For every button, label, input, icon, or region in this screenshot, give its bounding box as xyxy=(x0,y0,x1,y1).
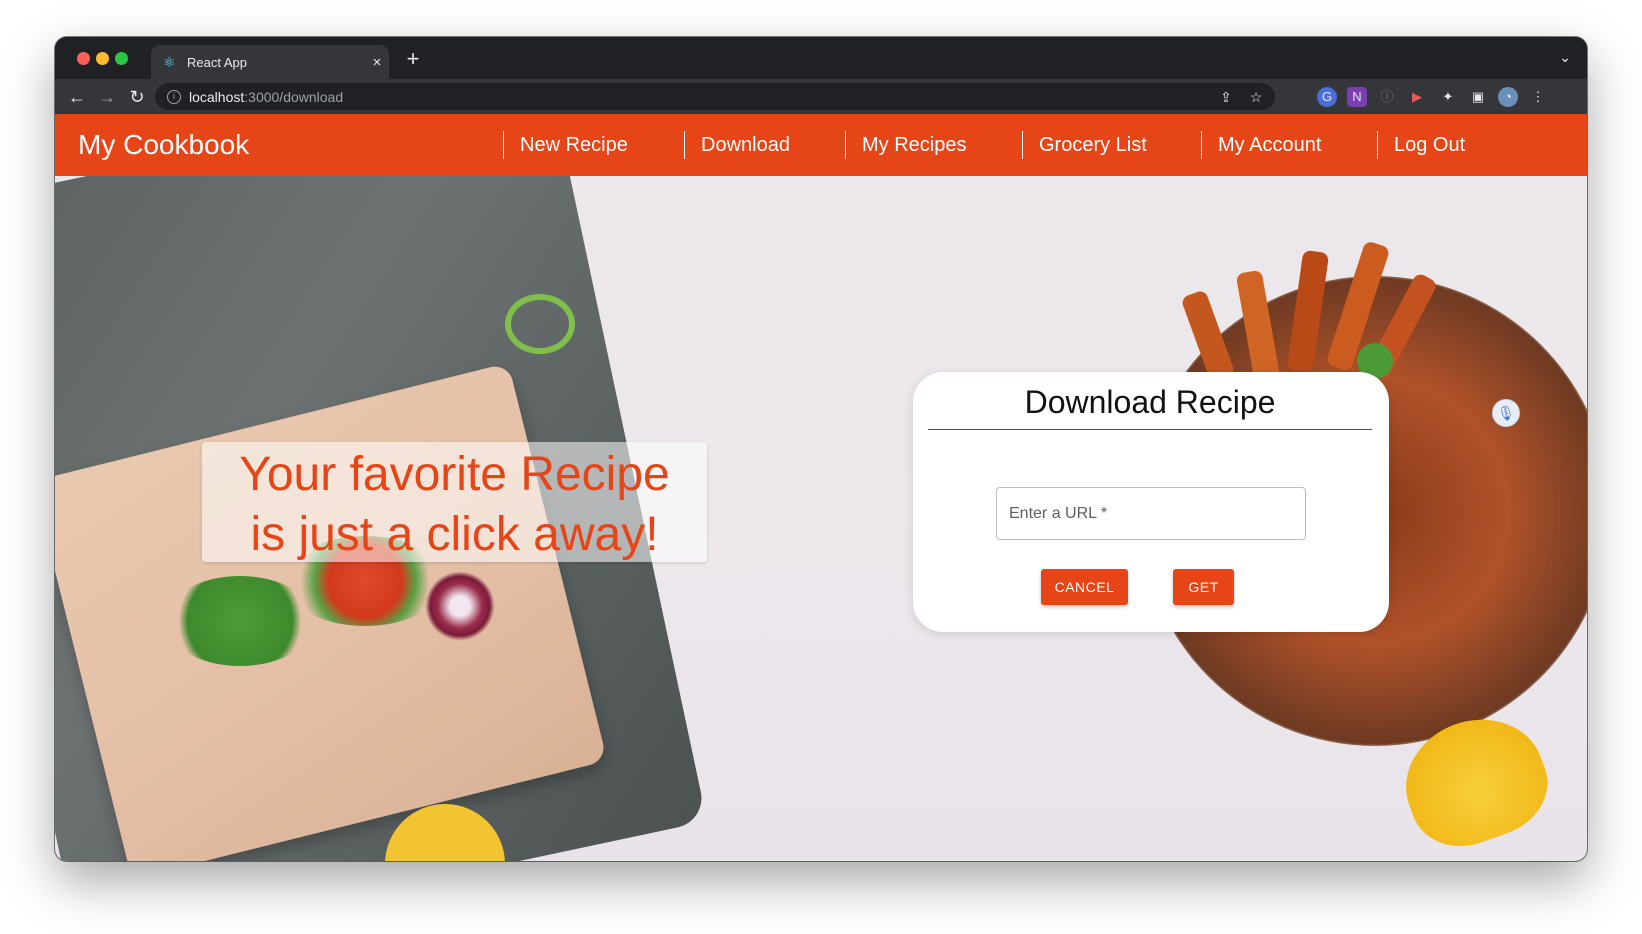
nav-my-recipes[interactable]: My Recipes xyxy=(845,131,966,159)
url-input[interactable] xyxy=(996,487,1306,540)
close-window-button[interactable] xyxy=(77,52,90,65)
info-extension-icon[interactable]: ⓘ xyxy=(1377,87,1397,107)
back-button[interactable]: ← xyxy=(65,85,89,109)
extensions-puzzle-icon[interactable]: ✦ xyxy=(1438,87,1458,107)
tagline-text: Your favorite Recipe is just a click awa… xyxy=(202,445,707,565)
hero-background: Your favorite Recipe is just a click awa… xyxy=(55,176,1587,861)
page-content: My Cookbook New Recipe Download My Recip… xyxy=(55,114,1587,861)
share-icon[interactable]: ⇪ xyxy=(1217,88,1235,106)
tab-title: React App xyxy=(187,54,247,70)
url-path: :3000/download xyxy=(244,88,344,105)
tagline-banner: Your favorite Recipe is just a click awa… xyxy=(202,442,707,562)
tagline-line-2: is just a click away! xyxy=(250,508,659,561)
minimize-window-button[interactable] xyxy=(96,52,109,65)
side-panel-icon[interactable]: ▣ xyxy=(1468,87,1488,107)
address-bar[interactable]: i localhost :3000/download ⇪ ☆ xyxy=(155,83,1275,110)
sweet-potato-fries-image xyxy=(1182,242,1436,382)
close-tab-icon[interactable]: × xyxy=(365,54,389,71)
profile-avatar-icon[interactable]: ◔ xyxy=(1498,87,1518,107)
nav-links: New Recipe Download My Recipes Grocery L… xyxy=(55,114,1587,176)
get-button[interactable]: GET xyxy=(1173,569,1234,605)
tab-strip: ⚛ React App × + ⌄ xyxy=(55,37,1587,79)
record-extension-icon[interactable]: ▶ xyxy=(1407,87,1427,107)
tab-search-icon[interactable]: ⌄ xyxy=(1559,49,1571,66)
nav-log-out[interactable]: Log Out xyxy=(1377,131,1465,159)
nav-grocery-list[interactable]: Grocery List xyxy=(1022,131,1147,159)
grammarly-extension-icon[interactable]: G xyxy=(1317,87,1337,107)
onion-image xyxy=(425,571,495,641)
nav-download[interactable]: Download xyxy=(684,131,790,159)
bookmark-star-icon[interactable]: ☆ xyxy=(1247,88,1265,106)
tab-react-app[interactable]: ⚛ React App × xyxy=(151,45,389,79)
maximize-window-button[interactable] xyxy=(115,52,128,65)
url-host: localhost xyxy=(189,88,245,105)
browser-window: ⚛ React App × + ⌄ ← → ↻ i localhost :300… xyxy=(55,37,1587,861)
site-info-icon[interactable]: i xyxy=(167,89,181,104)
browser-toolbar: ← → ↻ i localhost :3000/download ⇪ ☆ G N… xyxy=(55,79,1587,114)
microphone-icon[interactable]: 🎙 xyxy=(1492,399,1520,427)
react-icon: ⚛ xyxy=(163,54,176,70)
cancel-button[interactable]: CANCEL xyxy=(1041,569,1128,605)
download-recipe-dialog: Download Recipe CANCEL GET xyxy=(913,372,1389,632)
nav-new-recipe[interactable]: New Recipe xyxy=(503,131,628,159)
dialog-title: Download Recipe xyxy=(928,384,1372,430)
app-navbar: My Cookbook New Recipe Download My Recip… xyxy=(55,114,1587,176)
forward-button[interactable]: → xyxy=(95,85,119,109)
browser-menu-icon[interactable]: ⋮ xyxy=(1528,87,1548,107)
new-tab-button[interactable]: + xyxy=(401,47,425,71)
reload-button[interactable]: ↻ xyxy=(125,85,149,109)
green-onion-ring-image xyxy=(505,294,575,354)
tagline-line-1: Your favorite Recipe xyxy=(239,448,670,501)
nav-my-account[interactable]: My Account xyxy=(1201,131,1321,159)
onenote-extension-icon[interactable]: N xyxy=(1347,87,1367,107)
